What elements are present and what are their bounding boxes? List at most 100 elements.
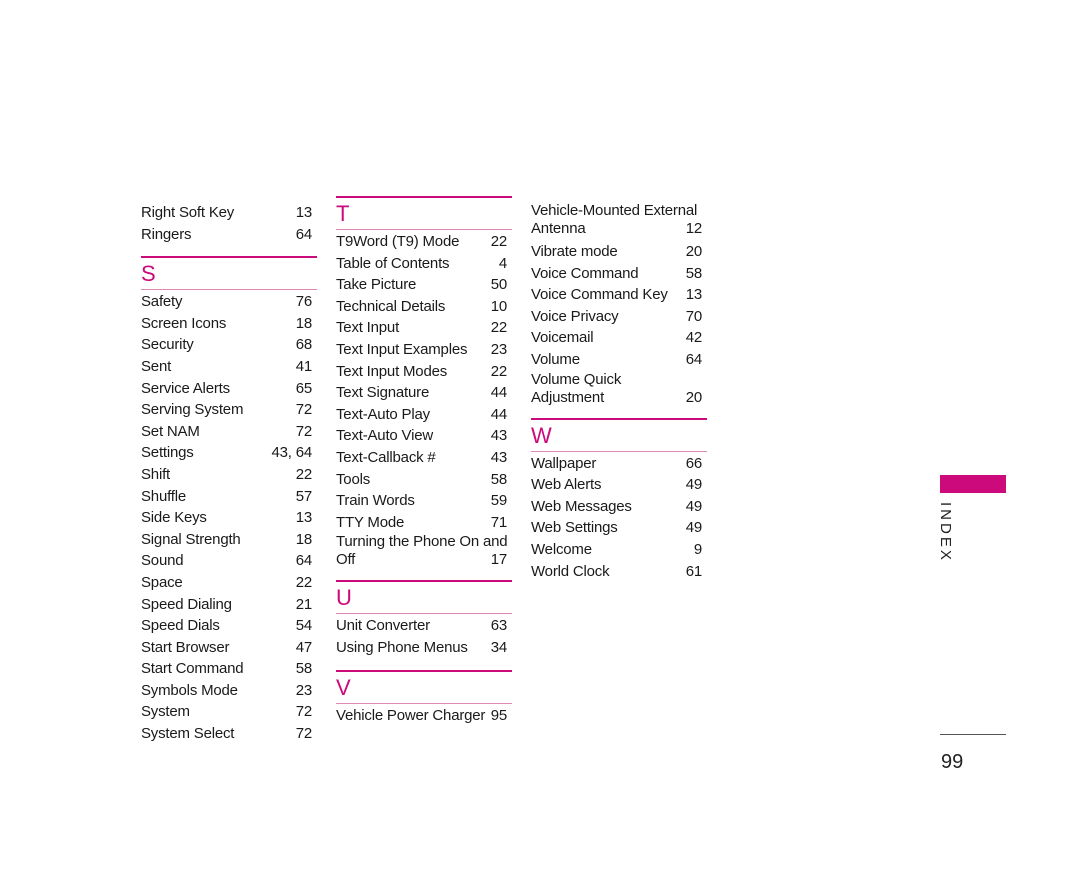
index-entry: Web Alerts 49 bbox=[531, 474, 707, 496]
entry-page-number: 58 bbox=[295, 660, 312, 678]
index-entry: Signal Strength 18 bbox=[141, 529, 317, 551]
index-entry: Sound 64 bbox=[141, 550, 317, 572]
entry-page-number: 59 bbox=[490, 492, 507, 510]
entry-term: Using Phone Menus bbox=[336, 638, 468, 656]
entry-term: Vibrate mode bbox=[531, 243, 618, 260]
entry-page-number: 43 bbox=[490, 448, 507, 466]
entry-page-number: 18 bbox=[295, 314, 312, 332]
section-letter: S bbox=[141, 261, 156, 287]
section-header: T bbox=[336, 196, 512, 230]
entry-page-number: 49 bbox=[685, 497, 702, 515]
entry-term: Serving System bbox=[141, 401, 244, 419]
entry-page-number: 72 bbox=[295, 401, 312, 419]
entry-page-number: 34 bbox=[490, 638, 507, 656]
index-entry: Voice Command 58 bbox=[531, 263, 707, 285]
entry-term: Voice Command Key bbox=[531, 286, 668, 304]
entry-page-number: 18 bbox=[295, 530, 312, 548]
entry-term: Speed Dials bbox=[141, 617, 220, 635]
index-entry: Technical Details 10 bbox=[336, 296, 512, 318]
entry-term: Right Soft Key bbox=[141, 204, 235, 221]
index-entry: Voicemail 42 bbox=[531, 327, 707, 349]
index-section-u: U Unit Converter 63 Using Phone Menus 34 bbox=[336, 580, 512, 658]
index-entry: Using Phone Menus 34 bbox=[336, 637, 512, 659]
index-entry: Voice Command Key 13 bbox=[531, 284, 707, 306]
entry-term: Speed Dialing bbox=[141, 595, 232, 613]
index-entry: Shift 22 bbox=[141, 464, 317, 486]
entry-term: System bbox=[141, 703, 190, 721]
entry-page-number: 42 bbox=[685, 329, 702, 347]
entry-term: Technical Details bbox=[336, 297, 446, 315]
entry-term: Tools bbox=[336, 470, 371, 488]
entry-term: Text Signature bbox=[336, 384, 430, 402]
entry-term: Web Messages bbox=[531, 497, 632, 515]
index-entry: Text-Auto Play 44 bbox=[336, 404, 512, 426]
index-entry: Text Input 22 bbox=[336, 317, 512, 339]
index-entry: Sent 41 bbox=[141, 356, 317, 378]
section-letter: W bbox=[531, 422, 552, 448]
index-entry: Voice Privacy 70 bbox=[531, 306, 707, 328]
entry-term-continued: Off bbox=[336, 551, 356, 569]
entry-term-continued: Adjustment bbox=[531, 388, 605, 406]
entry-page-number: 41 bbox=[295, 357, 312, 375]
index-entry: Text-Auto View 43 bbox=[336, 425, 512, 447]
entry-term: Text-Auto View bbox=[336, 427, 433, 445]
entry-page-number: 17 bbox=[490, 551, 507, 569]
entry-page-number: 44 bbox=[490, 384, 507, 402]
index-column-1: Right Soft Key 13 Ringers 64 S Safety 76 Screen… bbox=[141, 202, 317, 745]
entry-term: Volume Quick bbox=[531, 370, 622, 388]
entry-term: Start Command bbox=[141, 660, 244, 678]
index-entry: World Clock 61 bbox=[531, 561, 707, 583]
entry-page-number: 57 bbox=[295, 487, 312, 505]
entry-term: Text Input bbox=[336, 319, 400, 337]
index-entry: Ringers 64 bbox=[141, 224, 317, 246]
index-entry: Wallpaper 66 bbox=[531, 453, 707, 475]
index-entry: Web Messages 49 bbox=[531, 496, 707, 518]
entry-term: Text Input Examples bbox=[336, 340, 468, 358]
index-column-3: Vehicle-Mounted External Antenna 12 Vibrate… bbox=[531, 202, 707, 582]
entry-term: Text-Auto Play bbox=[336, 405, 430, 423]
entry-page-number: 23 bbox=[490, 340, 507, 358]
entry-term: Vehicle Power Charger bbox=[336, 706, 486, 724]
entry-term: TTY Mode bbox=[336, 513, 405, 531]
entry-term: World Clock bbox=[531, 562, 610, 580]
entry-page-number: 10 bbox=[490, 297, 507, 315]
section-header: W bbox=[531, 417, 707, 452]
entry-term: Sent bbox=[141, 357, 172, 375]
entry-page-number: 20 bbox=[685, 243, 702, 260]
index-entry: Start Browser 47 bbox=[141, 637, 317, 659]
index-column-2: T T9Word (T9) Mode 22 Table of Contents 4 Tak… bbox=[336, 196, 512, 726]
entry-page-number: 9 bbox=[693, 540, 702, 558]
entry-page-number: 95 bbox=[490, 706, 507, 724]
index-entry: Set NAM 72 bbox=[141, 421, 317, 443]
index-section-s: S Safety 76 Screen Icons 18 Security 68 Sent 41 S… bbox=[141, 256, 317, 744]
entry-term: Voice Privacy bbox=[531, 307, 619, 325]
page-number-rule bbox=[940, 734, 1006, 735]
entry-term: Wallpaper bbox=[531, 454, 597, 472]
entry-page-number: 70 bbox=[685, 307, 702, 325]
entry-term: Volume bbox=[531, 350, 580, 368]
index-entry: Web Settings 49 bbox=[531, 517, 707, 539]
entry-page-number: 43, 64 bbox=[271, 444, 312, 462]
entry-term: T9Word (T9) Mode bbox=[336, 233, 460, 250]
entry-term: Service Alerts bbox=[141, 379, 230, 397]
index-entry: Unit Converter 63 bbox=[336, 615, 512, 637]
section-letter: U bbox=[336, 585, 352, 611]
entry-page-number: 50 bbox=[490, 276, 507, 294]
entry-page-number: 63 bbox=[490, 617, 507, 635]
entry-term: Unit Converter bbox=[336, 617, 430, 635]
entry-term: Shift bbox=[141, 465, 171, 483]
entry-page-number: 71 bbox=[490, 513, 507, 531]
index-entry: System Select 72 bbox=[141, 723, 317, 745]
entry-term: System Select bbox=[141, 725, 235, 743]
entry-page-number: 22 bbox=[295, 465, 312, 483]
entry-page-number: 22 bbox=[490, 233, 507, 250]
entry-term: Settings bbox=[141, 444, 194, 462]
index-section-w: W Wallpaper 66 Web Alerts 49 Web Messages 49 We… bbox=[531, 417, 707, 583]
entry-page-number: 22 bbox=[295, 573, 312, 591]
entry-term: Set NAM bbox=[141, 422, 200, 440]
entry-page-number: 22 bbox=[490, 362, 507, 380]
entry-page-number: 44 bbox=[490, 405, 507, 423]
entry-page-number: 76 bbox=[295, 293, 312, 311]
index-entry: Security 68 bbox=[141, 334, 317, 356]
entry-term: Side Keys bbox=[141, 509, 207, 527]
